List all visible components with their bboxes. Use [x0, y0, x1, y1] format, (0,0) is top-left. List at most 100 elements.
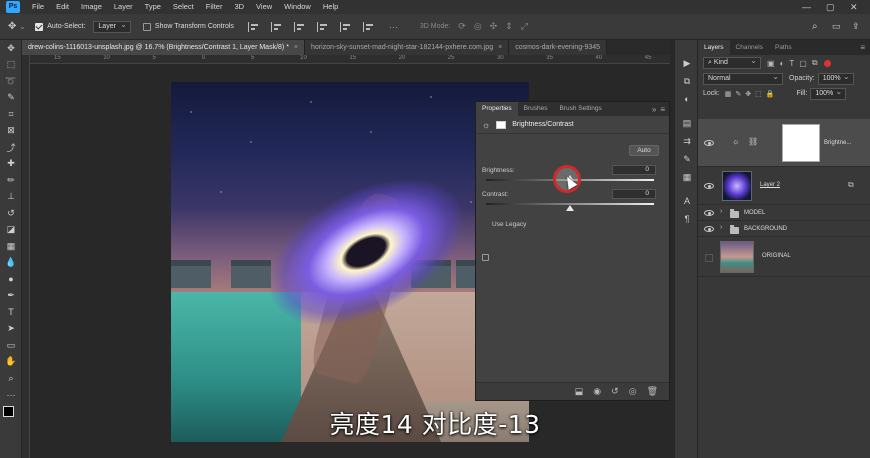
tab-document-3[interactable]: cosmos-dark-evening-9345 [509, 40, 608, 55]
character-icon[interactable]: A [675, 192, 699, 210]
lock-all-icon[interactable]: 🔒 [766, 90, 775, 98]
tab-document-2[interactable]: horizon-sky-sunset-mad-night-star-182144… [305, 40, 510, 55]
swatches-icon[interactable]: ▦ [675, 168, 699, 186]
pen-tool-icon[interactable]: ✒ [0, 288, 22, 305]
auto-select-checkbox[interactable] [35, 22, 44, 31]
delete-icon[interactable]: 🗑 [647, 386, 658, 397]
clone-stamp-tool-icon[interactable]: ⊥ [0, 189, 22, 206]
layer-mask-thumbnail[interactable] [782, 124, 820, 162]
close-icon[interactable]: ✕ [850, 0, 858, 14]
rectangle-tool-icon[interactable]: ▭ [0, 337, 22, 354]
dodge-tool-icon[interactable]: ● [0, 271, 22, 288]
tab-paths[interactable]: Paths [769, 40, 798, 55]
3d-pan-icon[interactable]: ✣ [490, 21, 498, 32]
lock-position-icon[interactable]: ✥ [745, 90, 751, 98]
menu-file[interactable]: File [26, 0, 50, 14]
use-legacy-checkbox[interactable] [482, 254, 489, 261]
search-icon[interactable]: ⌕ [812, 21, 818, 32]
tab-layers[interactable]: Layers [698, 40, 730, 55]
minimize-icon[interactable]: — [802, 0, 811, 14]
auto-button[interactable]: Auto [629, 145, 659, 156]
layer-thumbnail[interactable] [720, 241, 754, 273]
3d-slide-icon[interactable]: ⇕ [505, 21, 513, 32]
kind-filter-dropdown[interactable]: ⌕ Kind [703, 56, 761, 69]
tab-brushes[interactable]: Brushes [518, 102, 554, 116]
contrast-input[interactable]: 0 [612, 189, 656, 199]
menu-layer[interactable]: Layer [108, 0, 139, 14]
lock-pixels-icon[interactable]: ✎ [735, 90, 741, 98]
align-middle-icon[interactable] [339, 21, 353, 32]
healing-brush-tool-icon[interactable]: ✚ [0, 156, 22, 173]
filter-type-icon[interactable]: T [789, 59, 794, 68]
zoom-tool-icon[interactable]: ⌕ [0, 370, 22, 387]
panel-menu-icon[interactable]: ≡ [860, 43, 865, 52]
menu-filter[interactable]: Filter [200, 0, 229, 14]
brightness-input[interactable]: 0 [612, 165, 656, 175]
blur-tool-icon[interactable]: 💧 [0, 255, 22, 272]
fill-input[interactable]: 100% [810, 87, 847, 100]
path-selection-tool-icon[interactable]: ➤ [0, 321, 22, 338]
layer-row-brightness-contrast[interactable]: ☼ ⛓ Brightne... [698, 119, 870, 167]
filter-toggle-icon[interactable] [823, 59, 831, 67]
view-previous-icon[interactable]: ◉ [593, 386, 601, 397]
align-center-icon[interactable] [270, 21, 284, 32]
layer-row-layer-2[interactable]: Layer 2 ⧉ [698, 167, 870, 205]
visibility-eye-icon[interactable] [704, 226, 714, 232]
lock-transparent-icon[interactable]: ▦ [725, 90, 732, 98]
visibility-icon[interactable]: ◎ [629, 386, 637, 397]
eyedropper-tool-icon[interactable]: ⤴ [0, 139, 22, 156]
adjustments-icon[interactable]: ◐ [675, 90, 699, 108]
filter-smart-object-icon[interactable]: ⧉ [812, 58, 818, 68]
chevron-right-icon[interactable]: › [720, 224, 722, 231]
align-bottom-icon[interactable] [362, 21, 376, 32]
move-tool-icon[interactable]: ✥ [8, 21, 16, 32]
align-left-icon[interactable] [247, 21, 261, 32]
gradient-tool-icon[interactable]: ▦ [0, 238, 22, 255]
quick-select-tool-icon[interactable]: ✎ [0, 90, 22, 107]
blend-mode-dropdown[interactable]: Normal [703, 72, 783, 85]
more-options-icon[interactable]: ··· [389, 22, 398, 32]
layer-group-model[interactable]: › MODEL [698, 205, 870, 221]
close-tab-icon[interactable]: × [498, 44, 502, 51]
layer-row-original[interactable]: ORIGINAL [698, 237, 870, 277]
history-brush-tool-icon[interactable]: ↺ [0, 205, 22, 222]
menu-3d[interactable]: 3D [228, 0, 250, 14]
tab-brush-settings[interactable]: Brush Settings [553, 102, 607, 116]
frame-tool-icon[interactable]: ⊠ [0, 123, 22, 140]
visibility-toggle-empty[interactable] [705, 254, 713, 262]
close-tab-icon[interactable]: × [294, 44, 298, 51]
play-action-icon[interactable]: ▶ [675, 54, 699, 72]
3d-roll-icon[interactable]: ◎ [474, 21, 482, 32]
align-right-icon[interactable] [293, 21, 307, 32]
auto-select-dropdown[interactable]: Layer [93, 20, 131, 33]
filter-shape-icon[interactable]: ▢ [799, 59, 807, 68]
3d-scale-icon[interactable]: ⤢ [521, 21, 528, 32]
paths-icon[interactable]: ✎ [675, 150, 699, 168]
type-tool-icon[interactable]: T [0, 304, 22, 321]
workspace-icon[interactable]: ▭ [832, 21, 841, 32]
chevron-right-icon[interactable]: › [720, 208, 722, 215]
panel-menu-icon[interactable]: ≡ [660, 105, 665, 114]
filter-pixel-icon[interactable]: ▣ [767, 59, 775, 68]
show-transform-checkbox[interactable] [142, 22, 151, 31]
align-top-icon[interactable] [316, 21, 330, 32]
eraser-tool-icon[interactable]: ◪ [0, 222, 22, 239]
filter-adjustment-icon[interactable]: ◐ [780, 59, 785, 68]
brush-tool-icon[interactable]: ✏ [0, 172, 22, 189]
visibility-eye-icon[interactable] [704, 183, 714, 189]
lock-artboard-icon[interactable]: ⬚ [755, 90, 762, 98]
properties-icon[interactable]: ▤ [675, 114, 699, 132]
tab-properties[interactable]: Properties [476, 102, 518, 116]
3d-orbit-icon[interactable]: ⟳ [458, 21, 466, 32]
opacity-input[interactable]: 100% [817, 72, 854, 85]
visibility-eye-icon[interactable] [704, 140, 714, 146]
menu-image[interactable]: Image [75, 0, 108, 14]
libraries-icon[interactable]: ⇉ [675, 132, 699, 150]
tab-document-1[interactable]: drew-colins-1116013-unsplash.jpg @ 16.7%… [22, 40, 306, 55]
reset-icon[interactable]: ↺ [611, 386, 619, 397]
chevron-down-icon[interactable]: ⌄ [19, 23, 25, 31]
clip-to-layer-icon[interactable]: ⬓ [575, 386, 584, 397]
more-tools-icon[interactable]: ··· [0, 387, 22, 404]
lasso-tool-icon[interactable]: ➰ [0, 73, 22, 90]
mask-icon[interactable] [496, 120, 507, 129]
